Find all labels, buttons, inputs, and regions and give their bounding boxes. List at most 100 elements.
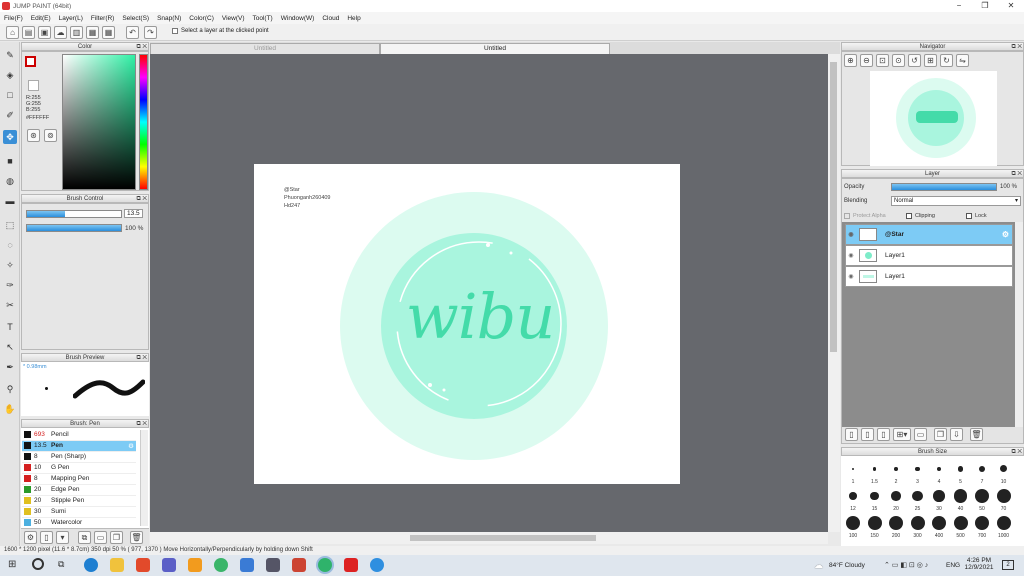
menu-tool[interactable]: Tool(T)	[249, 15, 277, 22]
color-palette-icon[interactable]: ⊚	[44, 129, 57, 142]
layer-opacity-slider[interactable]	[891, 183, 997, 191]
brush-size-slider[interactable]	[26, 210, 122, 218]
menu-filter[interactable]: Filter(R)	[87, 15, 118, 22]
layout-icon[interactable]: ▦	[86, 26, 99, 39]
brush-size-dot[interactable]	[996, 516, 1011, 530]
chrome-icon[interactable]	[214, 558, 228, 572]
brush-size-dot[interactable]	[932, 516, 946, 530]
lasso-tool-icon[interactable]: ◌	[3, 238, 17, 252]
brush-folder-icon[interactable]: ▭	[94, 531, 107, 544]
brush-size-dot[interactable]	[936, 466, 942, 472]
select-layer-option[interactable]: Select a layer at the clicked point	[172, 28, 269, 34]
layer-list-scrollbar[interactable]	[1015, 222, 1023, 427]
brush-size-dot[interactable]	[933, 490, 945, 502]
brush-item-pen[interactable]: 13.5 Pen ⚙	[22, 441, 136, 452]
brush-size-dot[interactable]	[851, 467, 855, 471]
menu-cloud[interactable]: Cloud	[318, 15, 343, 22]
brush-tool-icon[interactable]: ✎	[3, 48, 17, 62]
rotate-reset-icon[interactable]: ⊞	[924, 54, 937, 67]
layer-row-star[interactable]: ◉ @Star ⚙	[845, 224, 1013, 245]
brush-settings-icon[interactable]: ⚙	[128, 442, 134, 450]
brush-size-dot[interactable]	[889, 516, 903, 530]
select-layer-checkbox[interactable]	[172, 28, 178, 34]
saturation-value-picker[interactable]	[62, 54, 136, 190]
windows-start-icon[interactable]: ⊞	[8, 559, 16, 570]
new-layer-icon[interactable]: ▯	[845, 428, 858, 441]
menu-file[interactable]: File(F)	[0, 15, 27, 22]
weather-text[interactable]: 84°F Cloudy	[829, 562, 865, 569]
hue-slider[interactable]	[139, 54, 148, 190]
menu-color[interactable]: Color(C)	[185, 15, 218, 22]
bucket-tool-icon[interactable]: ◍	[3, 174, 17, 188]
select-rect-icon[interactable]: ⬚	[3, 218, 17, 232]
brush-size-dot[interactable]	[999, 465, 1007, 473]
brush-item-mapping-pen[interactable]: 8 Mapping Pen	[22, 474, 136, 485]
page-icon[interactable]: ▥	[70, 26, 83, 39]
panel-controls-icon[interactable]: ⧉ ✕	[136, 354, 147, 362]
brush-size-dot[interactable]	[915, 466, 920, 472]
panel-controls-icon[interactable]: ⧉ ✕	[136, 43, 147, 51]
zoom-out-icon[interactable]: ⊖	[860, 54, 873, 67]
menu-window[interactable]: Window(W)	[277, 15, 319, 22]
brush-item-pen-sharp[interactable]: 8 Pen (Sharp)	[22, 452, 136, 463]
visibility-icon[interactable]: ◉	[846, 273, 856, 280]
color-wheel-icon[interactable]: ⊛	[27, 129, 40, 142]
flip-icon[interactable]: ⇋	[956, 54, 969, 67]
operation-tool-icon[interactable]: ↖	[3, 340, 17, 354]
teams-icon[interactable]	[162, 558, 176, 572]
brush-item-sumi[interactable]: 30 Sumi	[22, 507, 136, 518]
menu-select[interactable]: Select(S)	[118, 15, 153, 22]
visibility-icon[interactable]: ◉	[846, 231, 856, 238]
panel-controls-icon[interactable]: ⧉ ✕	[136, 420, 147, 428]
gradient-tool-icon[interactable]: ▬	[3, 194, 17, 208]
brush-size-dot[interactable]	[849, 492, 857, 500]
brush-list-scrollbar[interactable]	[140, 430, 148, 526]
brush-size-dot[interactable]	[867, 516, 882, 530]
clock[interactable]: 4:26 PM 12/9/2021	[964, 557, 994, 571]
move-tool-icon[interactable]: ✥	[3, 130, 17, 144]
layer-duplicate-icon[interactable]: ❐	[934, 428, 947, 441]
panel-controls-icon[interactable]: ⧉ ✕	[1011, 170, 1022, 178]
brush-size-dot[interactable]	[953, 489, 967, 503]
brush-size-dot[interactable]	[978, 465, 985, 472]
cloud-icon[interactable]: ☁	[54, 26, 67, 39]
notification-icon[interactable]: 2	[1002, 560, 1014, 570]
tray-icons[interactable]: ⌃ ▭ ◧ ⊡ ◎ ♪	[884, 561, 928, 569]
zoom-in-icon[interactable]: ⊕	[844, 54, 857, 67]
brush-opacity-slider[interactable]	[26, 224, 122, 232]
new-halftone-icon[interactable]: ▯	[877, 428, 890, 441]
brush-item-pencil[interactable]: 693 Pencil	[22, 430, 136, 441]
menu-view[interactable]: View(V)	[218, 15, 249, 22]
brush-size-dot[interactable]	[870, 491, 879, 501]
rotate-left-icon[interactable]: ↺	[908, 54, 921, 67]
brush-item-watercolor[interactable]: 50 Watercolor	[22, 518, 136, 529]
layer-row-layer1-b[interactable]: ◉ Layer1	[845, 266, 1013, 287]
grid-icon[interactable]: ▦	[102, 26, 115, 39]
panel-controls-icon[interactable]: ⧉ ✕	[1011, 43, 1022, 51]
layer-folder-icon[interactable]: ▭	[914, 428, 927, 441]
clipping-checkbox[interactable]	[906, 213, 912, 219]
open-file-icon[interactable]: ▤	[22, 26, 35, 39]
redo-icon[interactable]: ↷	[144, 26, 157, 39]
brush-size-dot[interactable]	[846, 516, 860, 530]
menu-snap[interactable]: Snap(N)	[153, 15, 185, 22]
vertical-scrollbar[interactable]	[828, 54, 840, 532]
document-canvas[interactable]: wibu	[254, 164, 680, 484]
app-icon-red[interactable]	[292, 558, 306, 572]
brush-import-icon[interactable]: ⚙	[24, 531, 37, 544]
rect-tool-icon[interactable]: □	[3, 88, 17, 102]
vertical-scroll-thumb[interactable]	[830, 62, 837, 352]
brush-size-dot[interactable]	[910, 516, 925, 530]
rotate-right-icon[interactable]: ↻	[940, 54, 953, 67]
brush-size-dot[interactable]	[891, 491, 901, 501]
tab-untitled-2[interactable]: Untitled	[380, 43, 610, 54]
zalo-icon[interactable]	[370, 558, 384, 572]
menu-help[interactable]: Help	[343, 15, 364, 22]
visibility-icon[interactable]: ◉	[846, 252, 856, 259]
explorer-icon[interactable]	[110, 558, 124, 572]
active-app-icon[interactable]	[318, 558, 332, 572]
brush-item-g-pen[interactable]: 10 G Pen	[22, 463, 136, 474]
brush-delete-icon[interactable]: 🗑	[130, 531, 143, 544]
add-layer-menu-icon[interactable]: ⊞▾	[893, 428, 911, 441]
save-icon[interactable]: ▣	[38, 26, 51, 39]
